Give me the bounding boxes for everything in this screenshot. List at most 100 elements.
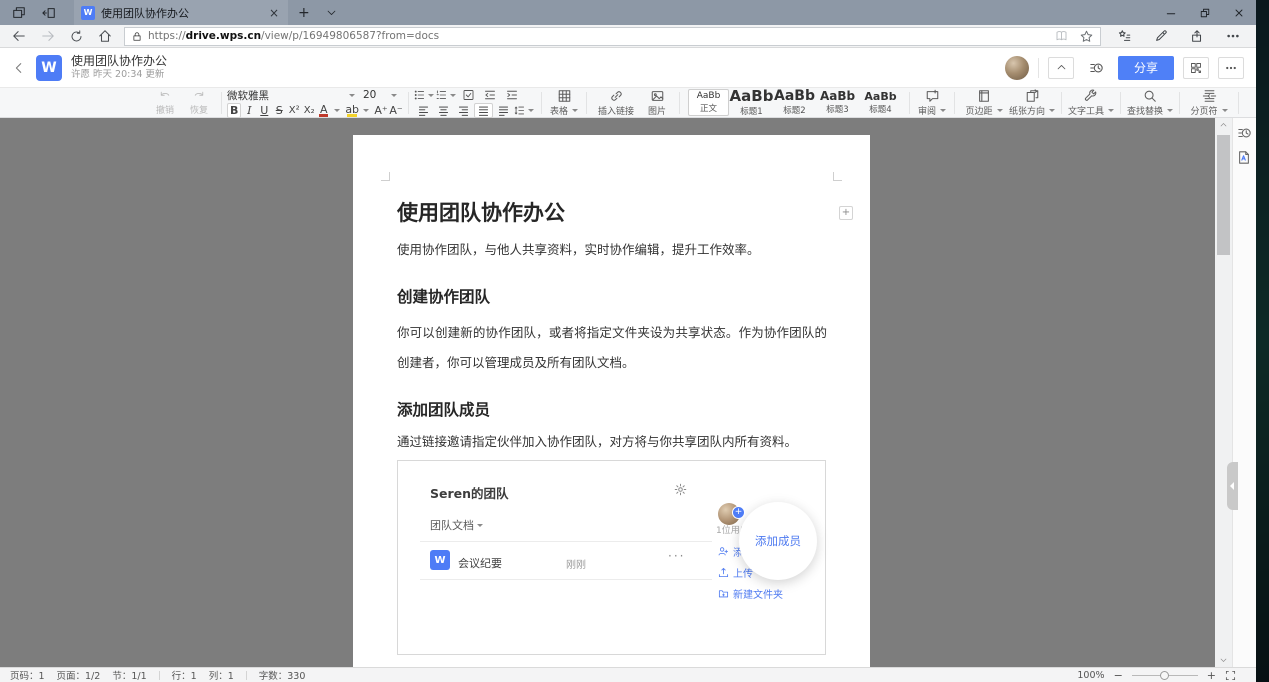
text-tools-button[interactable]: 文字工具: [1067, 89, 1115, 117]
status-section: 节：1/1: [112, 668, 146, 682]
style-normal[interactable]: AaBb正文: [688, 89, 729, 116]
italic-button[interactable]: I: [242, 103, 256, 118]
margin-corner-mark: [381, 172, 390, 181]
status-column: 列：1: [209, 668, 234, 682]
share-button[interactable]: 分享: [1118, 56, 1174, 80]
browser-tab[interactable]: W 使用团队协作办公 ×: [74, 0, 288, 25]
font-color-button[interactable]: A: [317, 103, 330, 118]
web-note-pen-icon[interactable]: [1154, 29, 1168, 43]
scrollbar-thumb[interactable]: [1217, 135, 1230, 255]
more-options-button[interactable]: [1218, 57, 1244, 79]
shrink-font-button[interactable]: A⁻: [389, 103, 403, 118]
align-right-button[interactable]: [454, 103, 473, 118]
justify-button[interactable]: [474, 103, 493, 118]
hub-favorites-icon[interactable]: [1117, 29, 1132, 43]
wps-favicon: W: [81, 6, 95, 20]
insert-image-button[interactable]: 图片: [640, 89, 674, 117]
team-docs-dropdown: 团队文档: [430, 517, 483, 533]
add-comment-button[interactable]: +: [839, 206, 853, 220]
style-heading1[interactable]: AaBb标题1: [731, 89, 772, 116]
table-button[interactable]: 表格: [547, 89, 581, 117]
history-button[interactable]: [1083, 57, 1109, 79]
fullscreen-icon[interactable]: [1225, 670, 1236, 681]
subscript-button[interactable]: X₂: [302, 103, 316, 118]
zoom-out-button[interactable]: −: [1114, 670, 1123, 681]
wps-header: W 使用团队协作办公 许愿 昨天 20:34 更新 分享: [0, 48, 1256, 88]
tab-list-chevron-icon[interactable]: [320, 7, 343, 18]
style-assistant-icon[interactable]: [1237, 150, 1253, 166]
align-left-button[interactable]: [414, 103, 433, 118]
share-icon[interactable]: [1190, 29, 1204, 43]
strikethrough-button[interactable]: S: [272, 103, 286, 118]
style-heading2[interactable]: AaBb标题2: [774, 89, 815, 116]
style-heading4[interactable]: AaBb标题4: [860, 89, 901, 116]
line-spacing-button[interactable]: [514, 103, 534, 118]
doc-heading-1: 使用团队协作办公: [397, 197, 565, 227]
style-heading3[interactable]: AaBb标题3: [817, 89, 858, 116]
numbered-list-button[interactable]: [436, 88, 456, 103]
zoom-slider[interactable]: [1132, 675, 1198, 676]
file-name: 会议纪要: [458, 555, 502, 571]
user-avatar[interactable]: [1005, 56, 1029, 80]
expand-panel-handle[interactable]: [1227, 462, 1238, 510]
zoom-in-button[interactable]: +: [1207, 670, 1216, 681]
doc-heading-2: 创建协作团队: [397, 285, 490, 307]
increase-indent-button[interactable]: [502, 88, 522, 103]
history-panel-icon[interactable]: [1237, 126, 1253, 142]
tab-preview-icon[interactable]: [12, 6, 26, 20]
document-scrollbar[interactable]: [1215, 118, 1232, 667]
highlight-color-button[interactable]: ab: [345, 103, 359, 118]
refresh-button[interactable]: [70, 30, 83, 43]
scroll-down-icon[interactable]: [1215, 653, 1232, 667]
home-button[interactable]: [98, 29, 112, 43]
zoom-slider-handle[interactable]: [1160, 671, 1169, 680]
favorite-star-icon[interactable]: [1080, 30, 1093, 43]
superscript-button[interactable]: X²: [287, 103, 301, 118]
style-gallery: AaBb正文 AaBb标题1 AaBb标题2 AaBb标题3 AaBb标题4: [685, 89, 904, 116]
grow-font-button[interactable]: A⁺: [374, 103, 388, 118]
insert-link-button[interactable]: 插入链接: [592, 89, 640, 117]
redo-button[interactable]: 恢复: [182, 90, 216, 116]
new-tab-button[interactable]: +: [288, 5, 320, 21]
bullet-list-button[interactable]: [414, 88, 434, 103]
page-margins-button[interactable]: 页边距: [960, 89, 1008, 117]
review-button[interactable]: 审阅: [915, 89, 949, 117]
doc-back-button[interactable]: [12, 61, 26, 75]
qr-code-button[interactable]: [1183, 57, 1209, 79]
doc-heading-2: 添加团队成员: [397, 398, 490, 420]
set-tabs-aside-icon[interactable]: [42, 6, 56, 20]
font-size-select[interactable]: 20: [363, 89, 397, 101]
document-canvas: 使用团队协作办公 + 使用协作团队，与他人共享资料，实时协作编辑，提升工作效率。…: [0, 118, 1232, 667]
forward-button[interactable]: [41, 29, 55, 43]
scroll-up-icon[interactable]: [1215, 118, 1232, 132]
align-center-button[interactable]: [434, 103, 453, 118]
add-member-spotlight: 添加成员: [739, 502, 817, 580]
tab-close-icon[interactable]: ×: [267, 6, 281, 20]
address-bar[interactable]: https://drive.wps.cn/view/p/16949806587?…: [124, 27, 1101, 46]
zoom-level: 100%: [1077, 670, 1104, 681]
window-restore-button[interactable]: [1188, 0, 1222, 25]
underline-button[interactable]: U: [257, 103, 271, 118]
bold-button[interactable]: B: [227, 103, 241, 118]
browser-navbar: https://drive.wps.cn/view/p/16949806587?…: [0, 25, 1256, 48]
team-illustration: Seren的团队 团队文档 W 会议纪要 刚刚 ··· + 1位用户 添加 上传…: [397, 460, 826, 655]
status-line: 行：1: [172, 668, 197, 682]
back-button[interactable]: [12, 29, 26, 43]
tab-title: 使用团队协作办公: [101, 5, 261, 21]
font-family-select[interactable]: 微软雅黑: [227, 88, 355, 103]
distribute-button[interactable]: [494, 103, 513, 118]
document-page[interactable]: 使用团队协作办公 + 使用协作团队，与他人共享资料，实时协作编辑，提升工作效率。…: [353, 135, 870, 667]
window-minimize-button[interactable]: [1154, 0, 1188, 25]
page-break-button[interactable]: 分页符: [1185, 89, 1233, 117]
reading-view-icon[interactable]: [1055, 30, 1068, 42]
undo-button[interactable]: 撤销: [148, 90, 182, 116]
find-replace-button[interactable]: 查找替换: [1126, 89, 1174, 117]
upload-link: 上传: [718, 565, 753, 580]
collapse-toolbar-button[interactable]: [1048, 57, 1074, 79]
settings-more-icon[interactable]: [1226, 29, 1240, 43]
decrease-indent-button[interactable]: [480, 88, 500, 103]
window-close-button[interactable]: [1222, 0, 1256, 25]
team-name: Seren的团队: [430, 483, 509, 502]
paper-orientation-button[interactable]: 纸张方向: [1008, 89, 1056, 117]
task-list-button[interactable]: [458, 88, 478, 103]
